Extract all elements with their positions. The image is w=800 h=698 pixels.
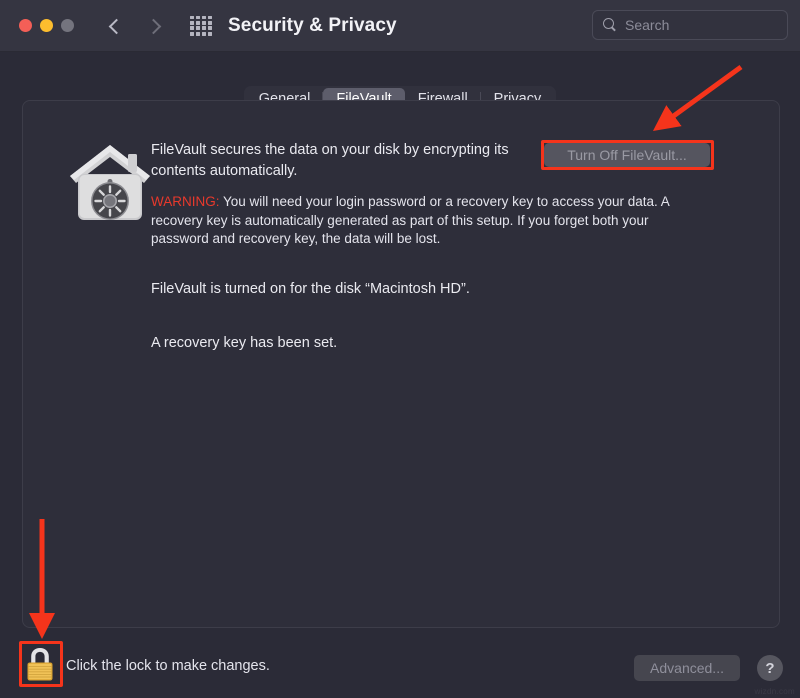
lock-hint-text: Click the lock to make changes. bbox=[66, 658, 270, 674]
search-icon bbox=[603, 18, 617, 32]
page-title: Security & Privacy bbox=[228, 14, 397, 36]
zoom-window-button[interactable] bbox=[61, 19, 74, 32]
filevault-status-disk: FileVault is turned on for the disk “Mac… bbox=[151, 281, 470, 297]
filevault-warning: WARNING: You will need your login passwo… bbox=[151, 193, 703, 249]
turn-off-filevault-button[interactable]: Turn Off FileVault... bbox=[544, 143, 710, 167]
filevault-panel: FileVault secures the data on your disk … bbox=[22, 100, 780, 628]
search-field[interactable] bbox=[592, 10, 788, 40]
chevron-right-icon[interactable] bbox=[144, 15, 164, 37]
chevron-left-icon[interactable] bbox=[106, 15, 126, 37]
close-window-button[interactable] bbox=[19, 19, 32, 32]
filevault-house-vault-icon bbox=[70, 145, 150, 220]
window-controls bbox=[19, 19, 74, 32]
watermark: wizdn.com bbox=[754, 687, 795, 696]
help-button[interactable]: ? bbox=[757, 655, 783, 681]
minimize-window-button[interactable] bbox=[40, 19, 53, 32]
warning-text: You will need your login password or a r… bbox=[151, 194, 670, 246]
filevault-description: FileVault secures the data on your disk … bbox=[151, 142, 509, 179]
advanced-button[interactable]: Advanced... bbox=[634, 655, 740, 681]
filevault-status-recovery-key: A recovery key has been set. bbox=[151, 335, 338, 351]
warning-label: WARNING: bbox=[151, 194, 220, 209]
search-input[interactable] bbox=[625, 17, 775, 33]
show-all-preferences-grid-icon[interactable] bbox=[190, 15, 212, 36]
navigation-buttons bbox=[106, 15, 164, 37]
closed-padlock-icon[interactable] bbox=[22, 644, 58, 684]
window-titlebar: Security & Privacy bbox=[0, 0, 800, 52]
